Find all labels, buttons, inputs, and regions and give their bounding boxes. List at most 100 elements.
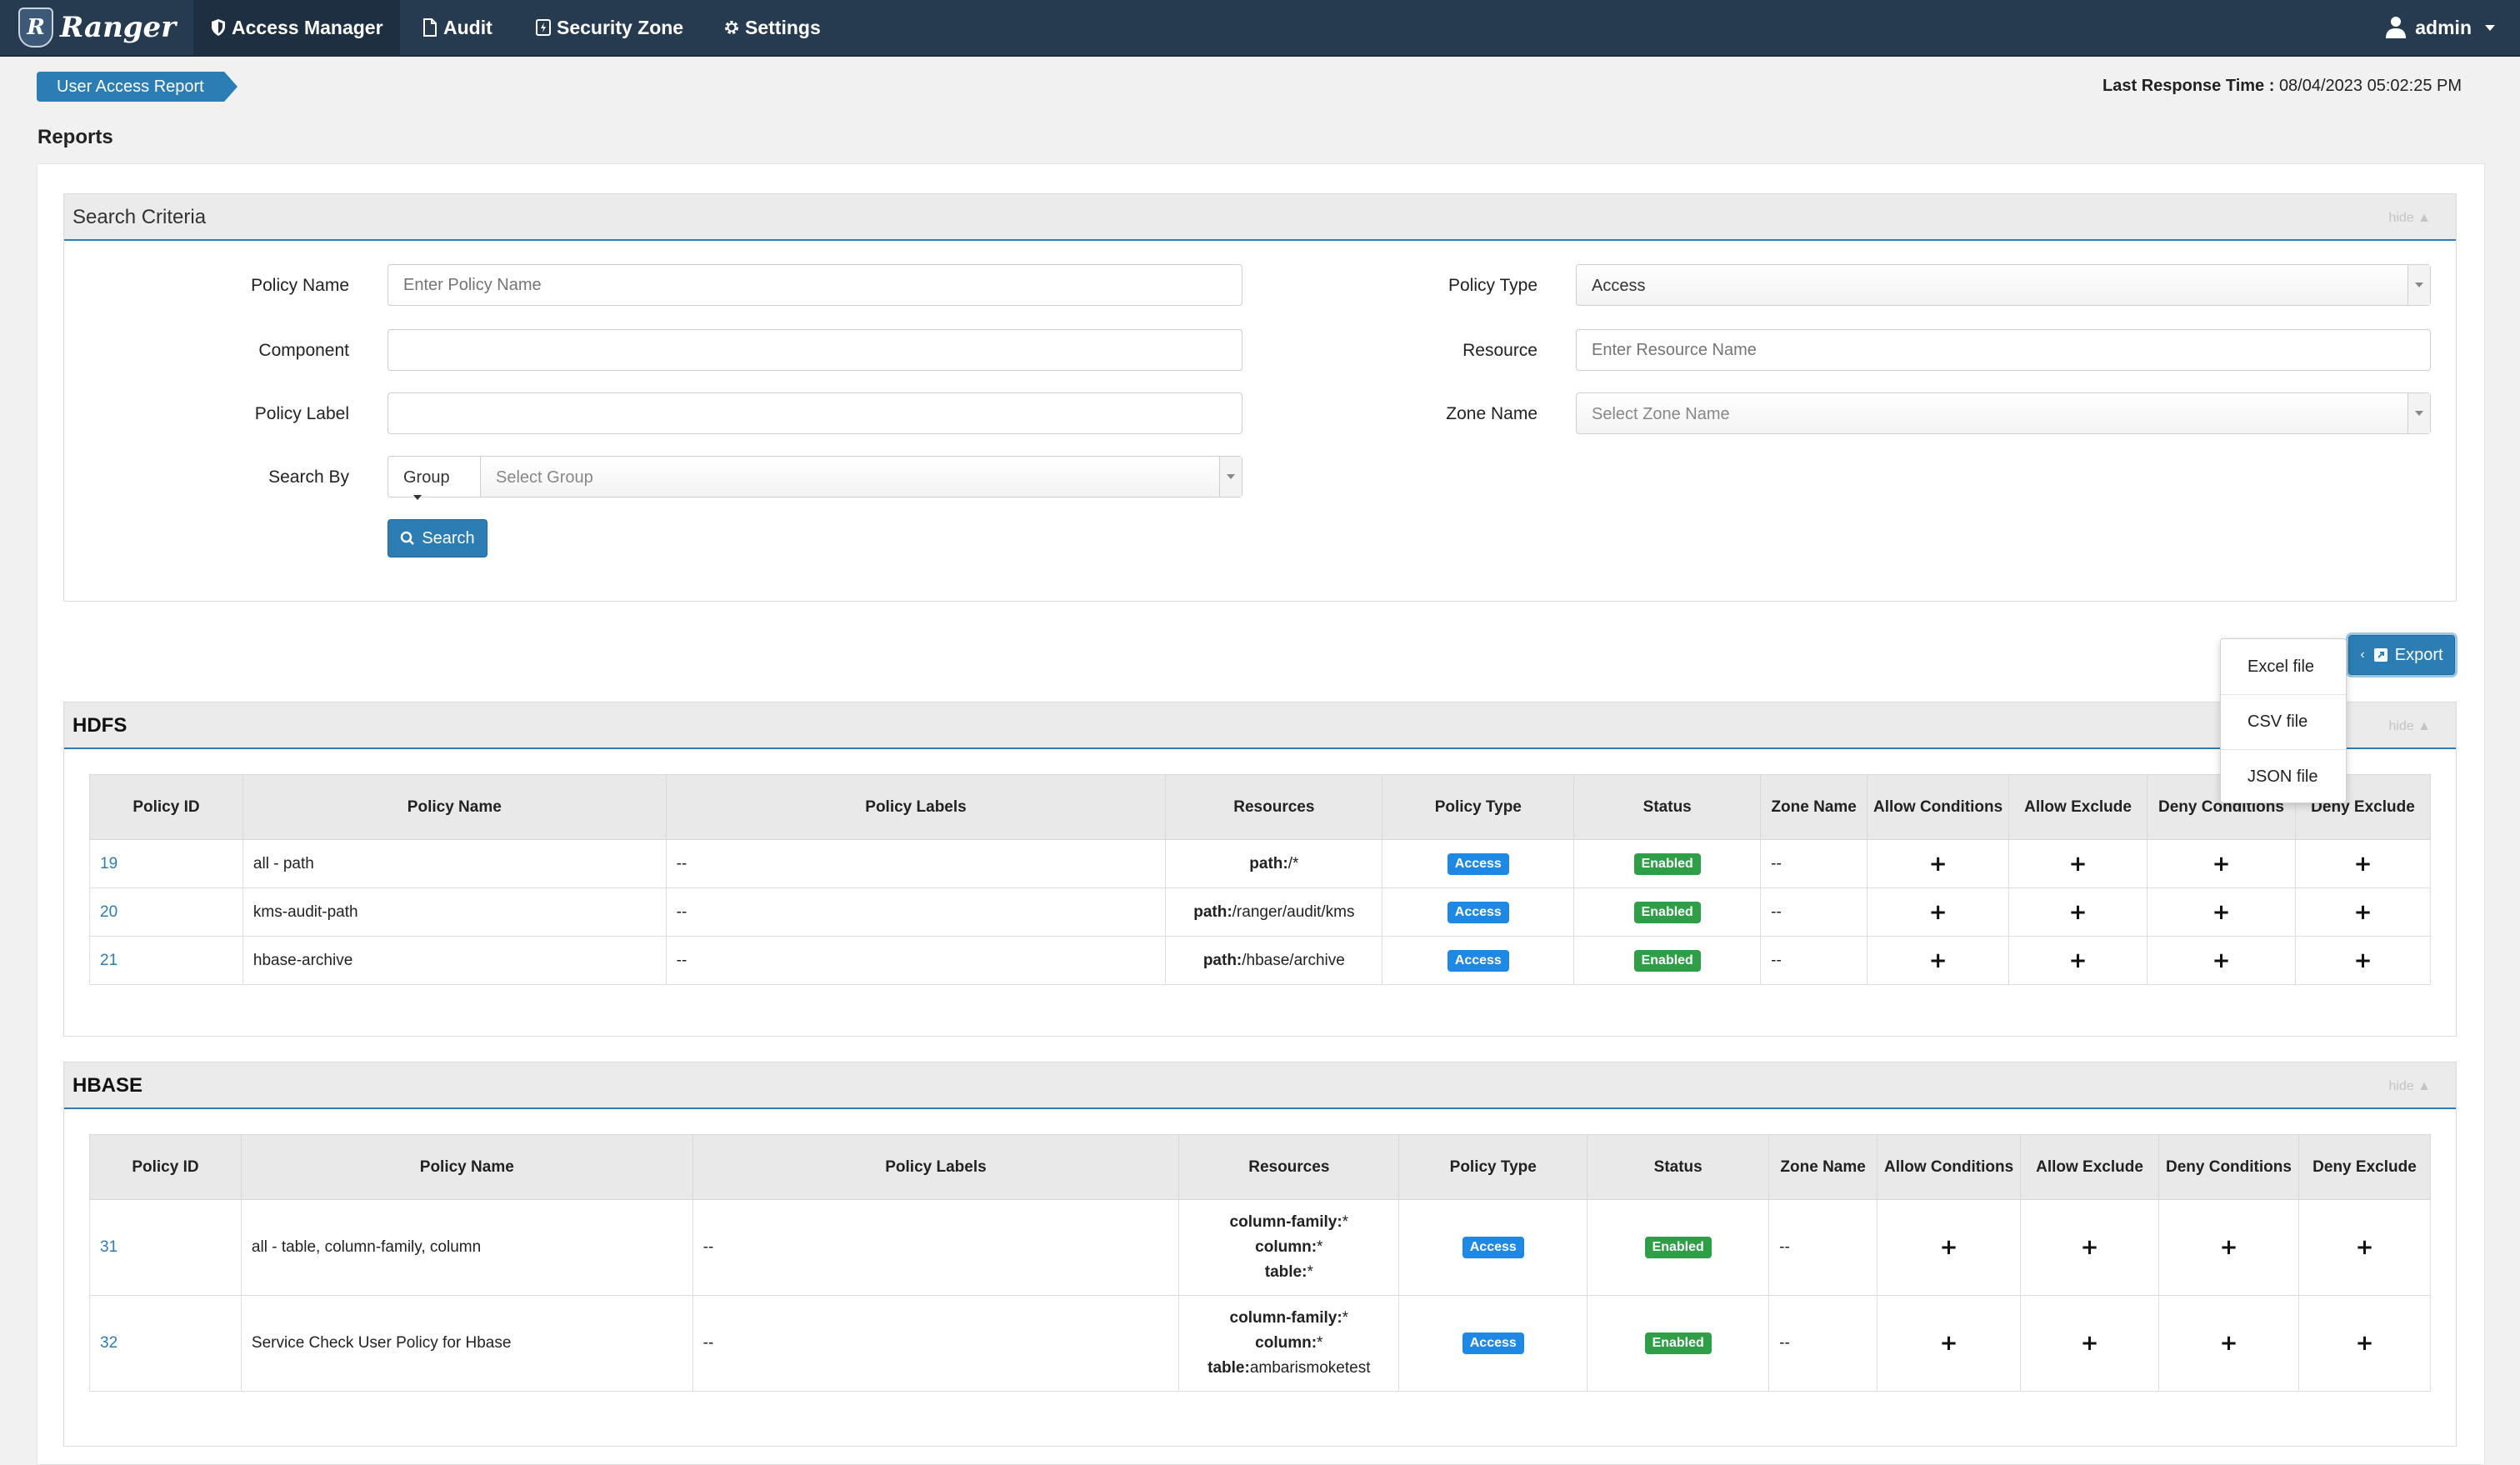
nav-settings[interactable]: Settings: [707, 0, 838, 55]
table-row: 19 all - path -- path:/* Access Enabled -- + + + +: [89, 839, 2432, 888]
policy-id-link[interactable]: 21: [100, 952, 118, 969]
search-criteria-header[interactable]: Search Criteria hide ▲: [64, 194, 2456, 241]
plus-icon[interactable]: +: [2356, 1331, 2374, 1356]
export-json-option[interactable]: JSON file: [2221, 756, 2346, 798]
status-badge: Enabled: [1633, 949, 1701, 972]
search-by-label: Search By: [268, 468, 349, 487]
policy-type-cell: Access: [1382, 936, 1575, 985]
column-header: Policy Type: [1382, 774, 1575, 840]
page-title: Reports: [38, 126, 113, 148]
plus-icon[interactable]: +: [2069, 852, 2088, 877]
policy-type-cell: Access: [1382, 839, 1575, 888]
dropdown-arrow-icon: [2408, 265, 2430, 305]
resource-value: /*: [1288, 854, 1299, 872]
policy-name-cell: hbase-archive: [242, 936, 667, 985]
status-cell: Enabled: [1587, 1199, 1770, 1296]
column-header: Deny Exclude: [2298, 1134, 2432, 1200]
column-header: Allow Conditions: [1867, 774, 2010, 840]
ranger-logo[interactable]: R Ranger: [18, 8, 176, 48]
column-header: Zone Name: [1760, 774, 1868, 840]
policy-name-input[interactable]: [388, 264, 1242, 306]
resource-input[interactable]: [1576, 329, 2431, 371]
plus-icon[interactable]: +: [2220, 1331, 2238, 1356]
plus-icon[interactable]: +: [1940, 1235, 1958, 1260]
top-navbar: R Ranger Access Manager Audit Security Z…: [0, 0, 2520, 57]
plus-icon[interactable]: +: [1929, 948, 1948, 973]
resource-key: column-family:: [1229, 1213, 1342, 1231]
plus-icon[interactable]: +: [2069, 900, 2088, 925]
hdfs-header[interactable]: HDFS hide ▲: [64, 702, 2456, 749]
policy-labels-cell: --: [665, 839, 1167, 888]
resources-cell: column-family:* column:* table:*: [1178, 1199, 1400, 1296]
plus-icon[interactable]: +: [2212, 900, 2231, 925]
divider: [2221, 749, 2346, 750]
status-badge: Enabled: [1644, 1237, 1712, 1258]
export-excel-option[interactable]: Excel file: [2221, 646, 2346, 688]
search-by-value: Group: [403, 468, 450, 487]
resource-line: column:*: [1189, 1331, 1388, 1356]
column-header: Policy ID: [89, 774, 243, 840]
search-button-label: Search: [422, 528, 475, 548]
nav-access-manager[interactable]: Access Manager: [193, 0, 400, 55]
export-button[interactable]: ‹ Export: [2348, 635, 2455, 675]
export-csv-option[interactable]: CSV file: [2221, 701, 2346, 742]
allow-conditions-cell: +: [1877, 1199, 2022, 1296]
plus-icon[interactable]: +: [1940, 1331, 1958, 1356]
deny-conditions-cell: +: [2158, 1295, 2299, 1392]
policy-type-badge: Access: [1462, 1332, 1524, 1354]
policy-type-badge: Access: [1447, 852, 1509, 875]
nav-security-zone[interactable]: Security Zone: [518, 0, 700, 55]
hide-toggle[interactable]: hide ▲: [2388, 211, 2431, 226]
resource-value: *: [1342, 1309, 1349, 1327]
status-cell: Enabled: [1573, 936, 1762, 985]
plus-icon[interactable]: +: [2212, 948, 2231, 973]
allow-conditions-cell: +: [1867, 936, 2010, 985]
plus-icon[interactable]: +: [2081, 1235, 2099, 1260]
plus-icon[interactable]: +: [1929, 852, 1948, 877]
divider: [2221, 694, 2346, 695]
plus-icon[interactable]: +: [2354, 900, 2372, 925]
user-menu[interactable]: admin: [2385, 0, 2495, 55]
hide-toggle[interactable]: hide ▲: [2388, 719, 2431, 734]
zone-name-cell: --: [1760, 936, 1868, 985]
dropdown-arrow-icon: [1219, 457, 1242, 497]
policy-id-link[interactable]: 32: [100, 1334, 118, 1352]
column-header: Resources: [1165, 774, 1383, 840]
column-header: Zone Name: [1768, 1134, 1878, 1200]
policy-type-select[interactable]: Access: [1576, 264, 2431, 306]
search-by-dropdown[interactable]: Group: [388, 456, 481, 500]
table-header-row: Policy ID Policy Name Policy Labels Resourc…: [89, 1134, 2432, 1200]
plus-icon[interactable]: +: [2356, 1235, 2374, 1260]
resource-line: column:*: [1189, 1235, 1388, 1260]
resource-line: column-family:*: [1189, 1306, 1388, 1331]
policy-type-cell: Access: [1398, 1199, 1588, 1296]
plus-icon[interactable]: +: [2220, 1235, 2238, 1260]
select-group-dropdown[interactable]: Select Group: [480, 456, 1242, 498]
policy-id-link[interactable]: 31: [100, 1238, 118, 1256]
deny-exclude-cell: +: [2294, 888, 2432, 937]
hbase-header[interactable]: HBASE hide ▲: [64, 1062, 2456, 1109]
policy-id-link[interactable]: 19: [100, 855, 118, 872]
breadcrumb[interactable]: User Access Report: [37, 72, 238, 102]
policy-id-link[interactable]: 20: [100, 903, 118, 921]
plus-icon[interactable]: +: [2354, 948, 2372, 973]
plus-icon[interactable]: +: [1929, 900, 1948, 925]
plus-icon[interactable]: +: [2069, 948, 2088, 973]
user-icon: [2386, 17, 2407, 38]
plus-icon[interactable]: +: [2081, 1331, 2099, 1356]
export-dropdown-menu: Excel file CSV file JSON file: [2220, 638, 2347, 803]
policy-type-label: Policy Type: [1448, 276, 1538, 295]
component-input[interactable]: [388, 329, 1242, 371]
search-button[interactable]: Search: [388, 519, 488, 558]
plus-icon[interactable]: +: [2212, 852, 2231, 877]
resource-value: ambarismoketest: [1249, 1359, 1371, 1377]
column-header: Status: [1587, 1134, 1770, 1200]
nav-audit[interactable]: Audit: [405, 0, 509, 55]
column-header: Policy Name: [240, 1134, 693, 1200]
hide-toggle[interactable]: hide ▲: [2388, 1079, 2431, 1094]
policy-label-input[interactable]: [388, 392, 1242, 434]
zone-name-select[interactable]: Select Zone Name: [1576, 392, 2431, 434]
dropdown-arrow-icon: [2408, 393, 2430, 433]
hbase-table: Policy ID Policy Name Policy Labels Resourc…: [89, 1134, 2432, 1392]
plus-icon[interactable]: +: [2354, 852, 2372, 877]
